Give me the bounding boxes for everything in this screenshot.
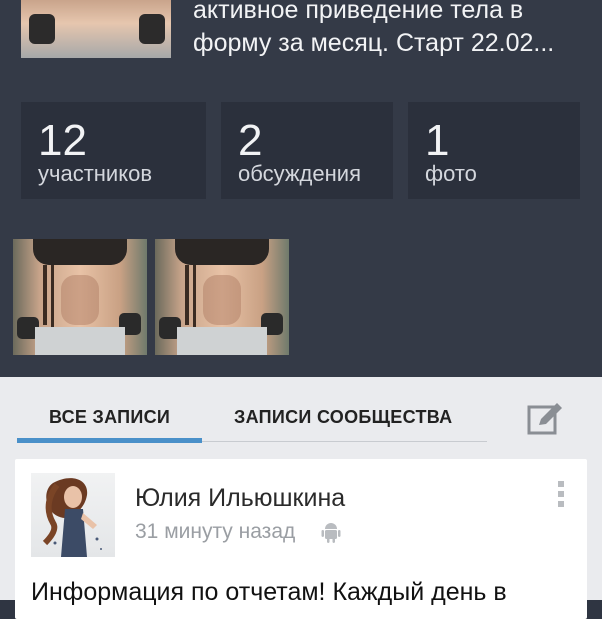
active-tab-indicator (17, 438, 202, 443)
stat-members-label: участников (38, 161, 153, 186)
album-photo-2[interactable] (155, 239, 289, 355)
album-photo-1[interactable] (13, 239, 147, 355)
avatar-illustration (42, 478, 102, 557)
stat-photos-count: 1 (425, 116, 450, 165)
post-text: Информация по отчетам! Каждый день в (31, 578, 507, 606)
stat-photos[interactable]: 1 фото (408, 102, 580, 199)
stat-discussions-count: 2 (238, 116, 263, 165)
cover-glove-right (139, 14, 165, 44)
more-vert-icon[interactable] (556, 481, 566, 511)
group-description-line1: активное приведение тела в (193, 0, 524, 24)
group-description-line2: форму за месяц. Старт 22.02... (193, 29, 555, 57)
tab-community-posts[interactable]: ЗАПИСИ СООБЩЕСТВА (234, 407, 452, 428)
avatar[interactable] (31, 473, 115, 557)
wall-tabs: ВСЕ ЗАПИСИ ЗАПИСИ СООБЩЕСТВА (0, 377, 602, 445)
stat-discussions-label: обсуждения (238, 161, 361, 186)
tab-all-posts[interactable]: ВСЕ ЗАПИСИ (49, 407, 170, 428)
tab-divider (202, 441, 487, 442)
android-icon (321, 523, 341, 543)
group-cover-image[interactable] (21, 0, 171, 58)
cover-glove-left (29, 14, 55, 44)
stat-members-count: 12 (38, 116, 87, 165)
compose-icon[interactable] (527, 401, 563, 435)
stat-members[interactable]: 12 участников (21, 102, 206, 199)
stat-discussions[interactable]: 2 обсуждения (221, 102, 393, 199)
group-description: активное приведение тела в форму за меся… (193, 0, 593, 60)
post-timestamp: 31 минуту назад (135, 520, 296, 543)
post-author-name[interactable]: Юлия Ильюшкина (135, 484, 345, 513)
stat-photos-label: фото (425, 161, 477, 186)
